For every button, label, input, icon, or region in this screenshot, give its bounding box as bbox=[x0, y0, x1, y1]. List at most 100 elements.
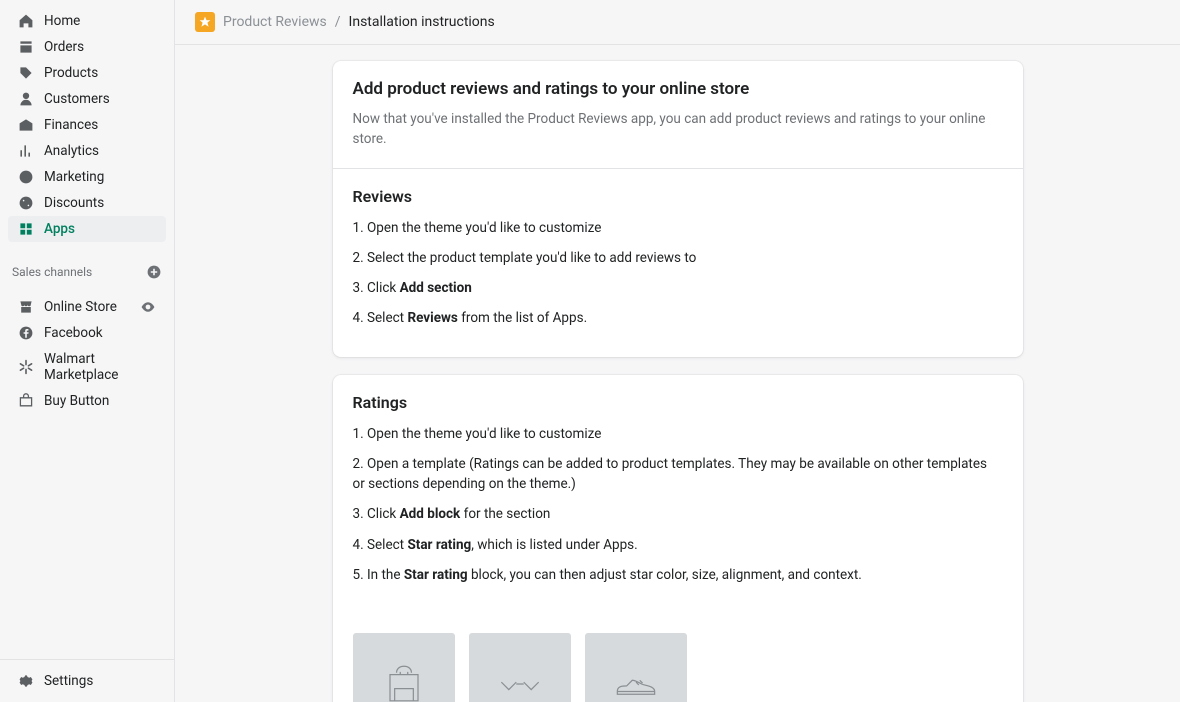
finances-icon bbox=[18, 117, 34, 133]
orders-icon bbox=[18, 39, 34, 55]
product-card: Shoes $129.00 (7) bbox=[469, 633, 571, 702]
add-channel-icon[interactable] bbox=[146, 264, 162, 280]
bottom-nav: Settings bbox=[0, 659, 174, 702]
intro-title: Add product reviews and ratings to your … bbox=[353, 79, 1003, 99]
buy-button-icon bbox=[18, 393, 34, 409]
primary-nav: Home Orders Products Customers Finances … bbox=[0, 0, 174, 250]
view-store-icon[interactable] bbox=[140, 299, 156, 315]
breadcrumb-app[interactable]: Product Reviews bbox=[223, 14, 327, 30]
ratings-step-3: 3. Click Add block for the section bbox=[353, 504, 1003, 524]
nav-label: Settings bbox=[44, 673, 93, 689]
step-text: 4. Select bbox=[353, 310, 408, 326]
step-text: 5. In the bbox=[353, 567, 404, 583]
product-image bbox=[469, 633, 571, 702]
nav-finances[interactable]: Finances bbox=[8, 112, 166, 138]
step-text: 3. Click bbox=[353, 280, 400, 296]
step-bold: Star rating bbox=[407, 537, 471, 553]
step-text: 3. Click bbox=[353, 506, 400, 522]
channels-nav: Online Store Facebook Walmart Marketplac… bbox=[0, 286, 174, 422]
apps-icon bbox=[18, 221, 34, 237]
gear-icon bbox=[18, 673, 34, 689]
discounts-icon bbox=[18, 195, 34, 211]
step-bold: Star rating bbox=[404, 567, 468, 583]
analytics-icon bbox=[18, 143, 34, 159]
channel-buy-button[interactable]: Buy Button bbox=[8, 388, 166, 414]
nav-label: Analytics bbox=[44, 143, 99, 159]
step-text: , which is listed under Apps. bbox=[471, 537, 637, 553]
sales-channels-header: Sales channels bbox=[0, 250, 174, 286]
reviews-section: Reviews 1. Open the theme you'd like to … bbox=[333, 168, 1023, 357]
reviews-step-3: 3. Click Add section bbox=[353, 278, 1003, 298]
product-image bbox=[353, 633, 455, 702]
home-icon bbox=[18, 13, 34, 29]
section-title: Sales channels bbox=[12, 265, 92, 279]
backpack-icon bbox=[376, 656, 432, 702]
nav-label: Online Store bbox=[44, 299, 117, 315]
nav-label: Orders bbox=[44, 39, 84, 55]
customers-icon bbox=[18, 91, 34, 107]
step-bold: Add block bbox=[400, 506, 461, 522]
step-text: for the section bbox=[460, 506, 550, 522]
nav-marketing[interactable]: Marketing bbox=[8, 164, 166, 190]
channel-facebook[interactable]: Facebook bbox=[8, 320, 166, 346]
nav-customers[interactable]: Customers bbox=[8, 86, 166, 112]
nav-label: Products bbox=[44, 65, 98, 81]
nav-label: Customers bbox=[44, 91, 110, 107]
nav-label: Finances bbox=[44, 117, 98, 133]
breadcrumb-page: Installation instructions bbox=[349, 14, 495, 30]
nav-label: Buy Button bbox=[44, 393, 109, 409]
channel-walmart[interactable]: Walmart Marketplace bbox=[8, 346, 166, 388]
product-card: Backpack $67.00 (11) bbox=[353, 633, 455, 702]
reviews-step-2: 2. Select the product template you'd lik… bbox=[353, 248, 1003, 268]
reviews-heading: Reviews bbox=[353, 187, 1003, 206]
example-products: Backpack $67.00 (11) Shoes $129.00 (7) S… bbox=[333, 613, 1023, 702]
step-bold: Add section bbox=[400, 280, 472, 296]
walmart-icon bbox=[18, 359, 34, 375]
main-area: Product Reviews / Installation instructi… bbox=[175, 0, 1180, 702]
card-intro-reviews: Add product reviews and ratings to your … bbox=[333, 61, 1023, 357]
reviews-step-1: 1. Open the theme you'd like to customiz… bbox=[353, 218, 1003, 238]
reviews-step-4: 4. Select Reviews from the list of Apps. bbox=[353, 308, 1003, 328]
nav-analytics[interactable]: Analytics bbox=[8, 138, 166, 164]
star-icon bbox=[199, 16, 211, 28]
products-icon bbox=[18, 65, 34, 81]
nav-products[interactable]: Products bbox=[8, 60, 166, 86]
card-ratings: Ratings 1. Open the theme you'd like to … bbox=[333, 375, 1023, 702]
nav-label: Apps bbox=[44, 221, 75, 237]
nav-label: Walmart Marketplace bbox=[44, 351, 156, 383]
ratings-step-2: 2. Open a template (Ratings can be added… bbox=[353, 454, 1003, 495]
ratings-step-1: 1. Open the theme you'd like to customiz… bbox=[353, 424, 1003, 444]
ratings-section: Ratings 1. Open the theme you'd like to … bbox=[333, 375, 1023, 614]
nav-discounts[interactable]: Discounts bbox=[8, 190, 166, 216]
intro-body: Now that you've installed the Product Re… bbox=[353, 109, 1003, 150]
step-bold: Reviews bbox=[407, 310, 457, 326]
topbar: Product Reviews / Installation instructi… bbox=[175, 0, 1180, 45]
nav-settings[interactable]: Settings bbox=[8, 668, 166, 694]
ratings-step-5: 5. In the Star rating block, you can the… bbox=[353, 565, 1003, 585]
nav-home[interactable]: Home bbox=[8, 8, 166, 34]
nav-label: Discounts bbox=[44, 195, 104, 211]
step-text: 4. Select bbox=[353, 537, 408, 553]
intro-section: Add product reviews and ratings to your … bbox=[333, 61, 1023, 168]
marketing-icon bbox=[18, 169, 34, 185]
nav-label: Home bbox=[44, 13, 80, 29]
nav-orders[interactable]: Orders bbox=[8, 34, 166, 60]
product-card: Sunglasses $89.00 (21) bbox=[585, 633, 687, 702]
shoe-icon bbox=[608, 656, 664, 702]
nav-apps[interactable]: Apps bbox=[8, 216, 166, 242]
facebook-icon bbox=[18, 325, 34, 341]
ratings-step-4: 4. Select Star rating, which is listed u… bbox=[353, 535, 1003, 555]
nav-label: Facebook bbox=[44, 325, 103, 341]
breadcrumb-sep: / bbox=[335, 14, 341, 30]
step-text: from the list of Apps. bbox=[458, 310, 587, 326]
app-icon bbox=[195, 12, 215, 32]
channel-online-store[interactable]: Online Store bbox=[8, 294, 166, 320]
glasses-icon bbox=[492, 656, 548, 702]
product-image bbox=[585, 633, 687, 702]
nav-label: Marketing bbox=[44, 169, 104, 185]
ratings-heading: Ratings bbox=[353, 393, 1003, 412]
content: Add product reviews and ratings to your … bbox=[175, 45, 1180, 702]
store-icon bbox=[18, 299, 34, 315]
sidebar: Home Orders Products Customers Finances … bbox=[0, 0, 175, 702]
step-text: block, you can then adjust star color, s… bbox=[468, 567, 862, 583]
